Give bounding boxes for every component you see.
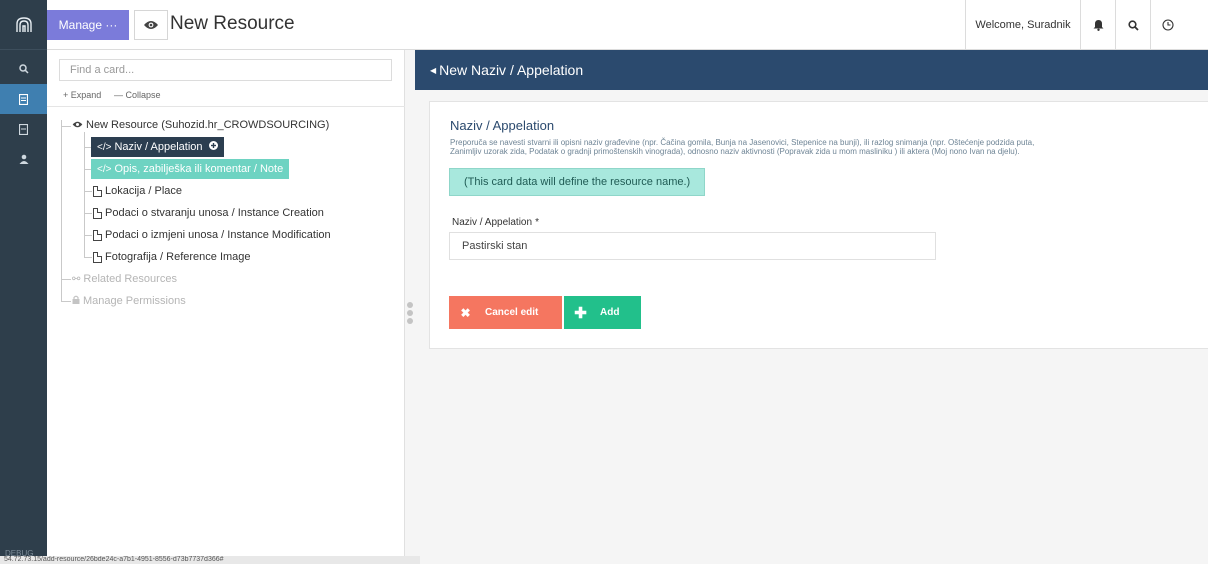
document-icon xyxy=(93,207,102,219)
status-bar-url: 54.72.73.15/add-resource/26bde24c-a7b1-4… xyxy=(0,556,420,564)
rail-resource-icon[interactable] xyxy=(0,84,47,114)
card-description: Preporuča se navesti stvarni ili opisni … xyxy=(450,138,1035,156)
expand-button[interactable]: + Expand xyxy=(63,90,101,100)
icon-rail: DEBUG xyxy=(0,0,47,564)
tree-item-lokacija[interactable]: Lokacija / Place xyxy=(93,185,182,197)
top-header: Manage ··· New Resource Welcome, Suradni… xyxy=(47,0,1208,50)
resource-name-note: (This card data will define the resource… xyxy=(449,168,706,196)
add-circle-icon[interactable] xyxy=(208,141,218,153)
document-icon xyxy=(93,185,102,197)
tree-item-opis[interactable]: </> Opis, zabilješka ili komentar / Note xyxy=(91,159,290,179)
form-header-title: New Naziv / Appelation xyxy=(439,62,584,78)
collapse-button[interactable]: — Collapse xyxy=(114,90,161,100)
tree-item-naziv[interactable]: </> Naziv / Appelation xyxy=(91,137,224,157)
tree-item-label: Lokacija / Place xyxy=(105,185,183,197)
card-tree-panel: + Expand — Collapse New Resource (Suhozi… xyxy=(47,50,405,564)
lock-icon xyxy=(72,295,80,307)
cancel-edit-button[interactable]: ✖ Cancel edit xyxy=(449,296,562,329)
rail-search-icon[interactable] xyxy=(0,54,47,84)
plus-icon: ✚ xyxy=(574,304,587,322)
divider xyxy=(47,106,405,107)
code-icon: </> xyxy=(97,163,112,175)
welcome-user[interactable]: Welcome, Suradnik xyxy=(965,0,1080,50)
document-icon xyxy=(93,251,102,263)
rail-user-icon[interactable] xyxy=(0,144,47,174)
page-title: New Resource xyxy=(170,13,295,34)
tree-item-label: Naziv / Appelation xyxy=(114,141,203,153)
tree-related-resources[interactable]: ⚯ Related Resources xyxy=(72,273,177,285)
tree-line xyxy=(61,120,62,302)
tree-line xyxy=(84,235,92,236)
document-icon xyxy=(93,229,102,241)
link-icon: ⚯ xyxy=(72,273,81,285)
tree-item-instance-modification[interactable]: Podaci o izmjeni unosa / Instance Modifi… xyxy=(93,229,331,241)
required-marker: * xyxy=(535,217,539,228)
form-card: Naziv / Appelation Preporuča se navesti … xyxy=(429,101,1208,349)
find-card-input[interactable] xyxy=(59,59,392,81)
appelation-input[interactable] xyxy=(449,232,936,260)
tree-manage-permissions[interactable]: Manage Permissions xyxy=(72,295,186,307)
tree-item-label: Manage Permissions xyxy=(83,295,186,307)
tree-root-node[interactable]: New Resource (Suhozid.hr_CROWDSOURCING) xyxy=(72,119,329,131)
tree-item-instance-creation[interactable]: Podaci o stvaranju unosa / Instance Crea… xyxy=(93,207,324,219)
caret-left-icon: ◀ xyxy=(430,65,437,75)
form-header[interactable]: ◀ New Naziv / Appelation xyxy=(415,50,1208,90)
tree-root-label: New Resource (Suhozid.hr_CROWDSOURCING) xyxy=(86,119,330,131)
manage-menu-button[interactable]: Manage ··· xyxy=(47,10,129,40)
field-label: Naziv / Appelation * xyxy=(452,217,539,228)
bell-icon[interactable] xyxy=(1080,0,1115,50)
clock-icon[interactable] xyxy=(1150,0,1185,50)
tree-item-reference-image[interactable]: Fotografija / Reference Image xyxy=(93,251,251,263)
tree-line xyxy=(84,132,85,258)
card-title: Naziv / Appelation xyxy=(450,118,555,133)
tree-line xyxy=(84,213,92,214)
panel-resize-handle[interactable] xyxy=(407,302,413,324)
add-button[interactable]: ✚ Add xyxy=(564,296,641,329)
tree-line xyxy=(61,126,71,127)
tree-item-label: Related Resources xyxy=(83,273,177,285)
tree-item-label: Opis, zabilješka ili komentar / Note xyxy=(114,163,284,175)
search-icon[interactable] xyxy=(1115,0,1150,50)
eye-icon xyxy=(72,120,83,131)
tree-line xyxy=(84,257,92,258)
close-icon: ✖ xyxy=(460,305,471,320)
tree-item-label: Fotografija / Reference Image xyxy=(105,251,251,263)
code-icon: </> xyxy=(97,141,112,153)
rail-list-icon[interactable] xyxy=(0,114,47,144)
tree-line xyxy=(61,279,71,280)
app-logo-icon[interactable] xyxy=(0,0,47,50)
tree-line xyxy=(84,191,92,192)
tree-line xyxy=(61,301,71,302)
eye-icon[interactable] xyxy=(134,10,168,40)
tree-item-label: Podaci o izmjeni unosa / Instance Modifi… xyxy=(105,229,331,241)
tree-item-label: Podaci o stvaranju unosa / Instance Crea… xyxy=(105,207,324,219)
